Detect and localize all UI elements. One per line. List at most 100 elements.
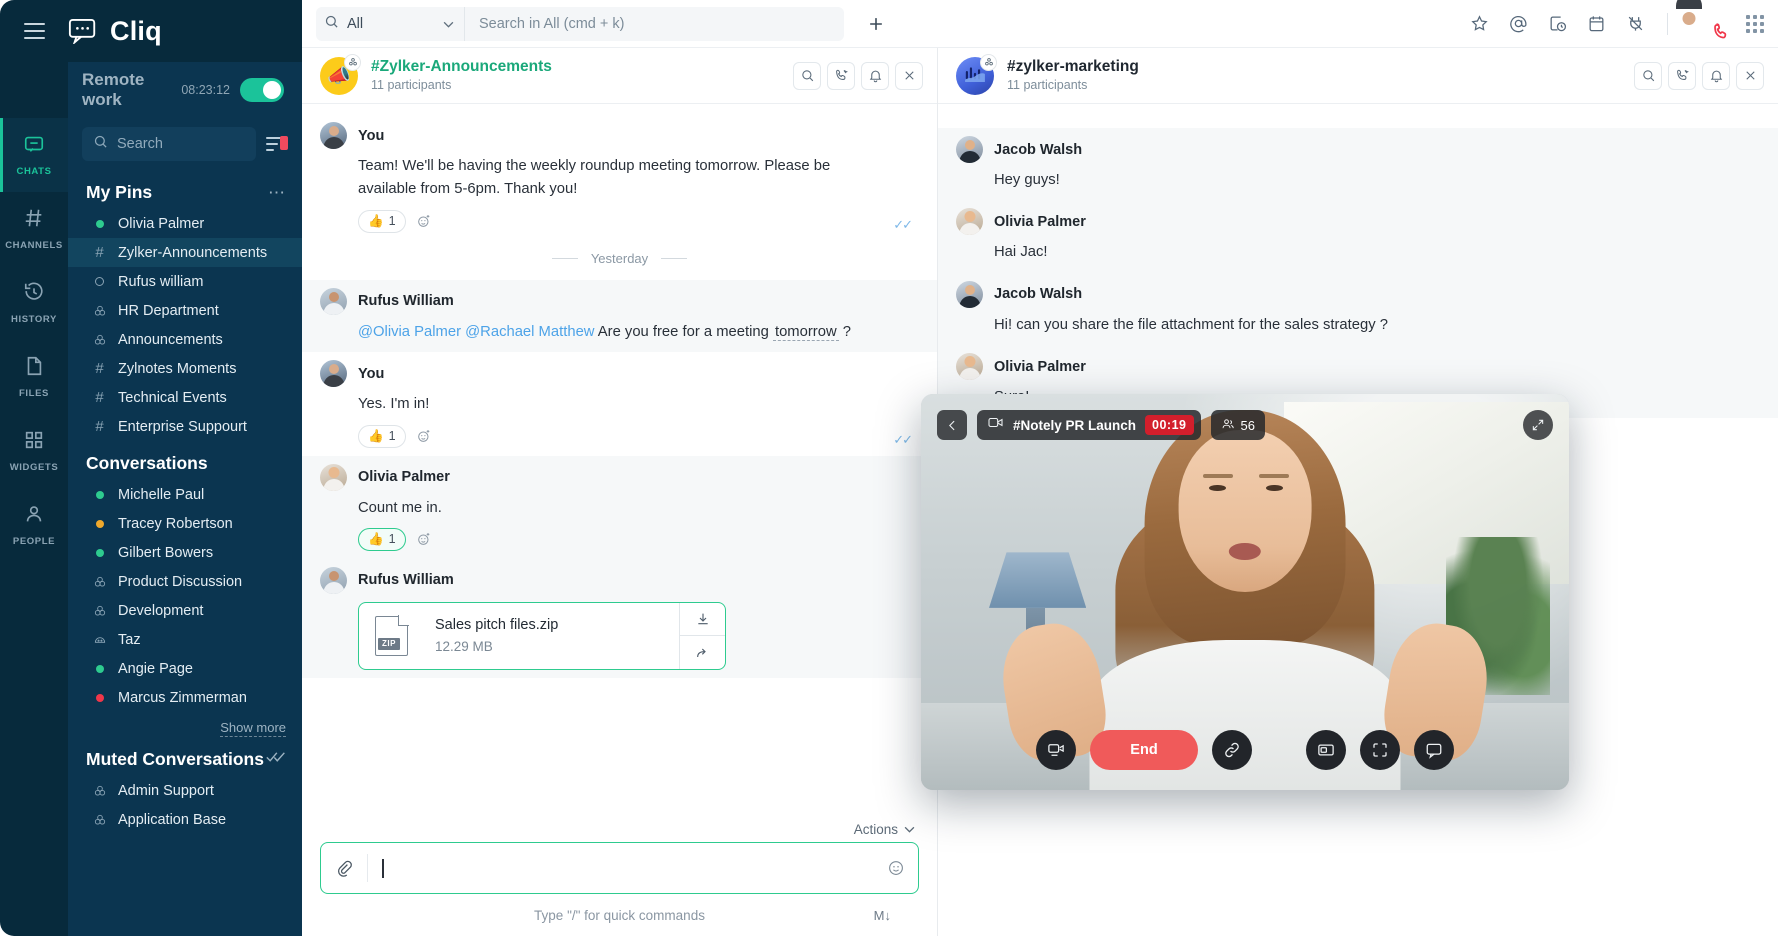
- actions-row: Actions: [302, 814, 937, 842]
- filter-icon[interactable]: [266, 135, 288, 153]
- call-timer: 00:19: [1145, 415, 1193, 435]
- sidebar-item-marcus-zimmerman[interactable]: Marcus Zimmerman: [68, 683, 302, 712]
- download-icon[interactable]: [680, 603, 725, 636]
- sidebar-item-olivia-palmer[interactable]: Olivia Palmer: [68, 209, 302, 238]
- reminder-clock-icon[interactable]: [1546, 13, 1568, 35]
- bell-icon[interactable]: [861, 62, 889, 90]
- search-scope-dropdown[interactable]: All: [316, 7, 464, 41]
- mention-rachael-matthew[interactable]: @Rachael Matthew: [465, 324, 594, 340]
- thumbsup-emoji: 👍: [368, 429, 384, 444]
- chevron-left-icon[interactable]: [937, 410, 967, 440]
- message-reactions: 👍 1: [320, 202, 911, 233]
- rail-item-people[interactable]: PEOPLE: [0, 488, 68, 562]
- add-reaction-icon[interactable]: [416, 428, 432, 444]
- sidebar-item-product-discussion[interactable]: Product Discussion: [68, 567, 302, 596]
- search-icon[interactable]: [793, 62, 821, 90]
- sidebar-item-enterprise-suppourt[interactable]: # Enterprise Suppourt: [68, 412, 302, 441]
- dot-offline-icon: [92, 277, 107, 286]
- plus-icon[interactable]: [860, 8, 892, 40]
- mention-at-icon[interactable]: [1507, 13, 1529, 35]
- expand-icon[interactable]: [1523, 410, 1553, 440]
- forward-icon[interactable]: [680, 635, 725, 669]
- smart-date-tomorrow[interactable]: tomorrow: [773, 324, 839, 341]
- show-more-link[interactable]: Show more: [220, 720, 286, 737]
- sidebar-item-zylker-announcements[interactable]: # Zylker-Announcements: [68, 238, 302, 267]
- group-badge-icon: [980, 54, 997, 71]
- sidebar-item-taz[interactable]: Taz: [68, 625, 302, 654]
- sidebar-item-angie-page[interactable]: Angie Page: [68, 654, 302, 683]
- sidebar-item-announcements[interactable]: Announcements: [68, 325, 302, 354]
- message-composer[interactable]: [320, 842, 919, 894]
- more-options-icon[interactable]: ⋯: [268, 184, 286, 201]
- actions-button[interactable]: Actions: [854, 822, 898, 837]
- present-icon[interactable]: [1306, 730, 1346, 770]
- plugin-icon[interactable]: [1624, 13, 1646, 35]
- reaction-count: 1: [389, 214, 396, 228]
- hash-icon: #: [92, 361, 107, 376]
- rail-item-history[interactable]: HISTORY: [0, 266, 68, 340]
- reaction-chip[interactable]: 👍 1: [358, 425, 406, 448]
- message-author: Rufus William: [358, 293, 454, 309]
- message-author: Jacob Walsh: [994, 286, 1082, 302]
- reaction-chip[interactable]: 👍 1: [358, 210, 406, 233]
- section-header-muted: Muted Conversations: [68, 739, 302, 776]
- sidebar-item-hr-department[interactable]: HR Department: [68, 296, 302, 325]
- rail-item-widgets[interactable]: WIDGETS: [0, 414, 68, 488]
- sidebar-item-application-base[interactable]: Application Base: [68, 805, 302, 834]
- channel-name: #zylker-marketing: [1007, 57, 1634, 77]
- rail-item-files[interactable]: FILES: [0, 340, 68, 414]
- sidebar-item-development[interactable]: Development: [68, 596, 302, 625]
- paperclip-icon[interactable]: [321, 859, 367, 877]
- mark-read-icon[interactable]: [266, 750, 286, 769]
- video-call-window: #Notely PR Launch 00:19 56 End: [921, 394, 1569, 790]
- call-icon[interactable]: [1668, 62, 1696, 90]
- emoji-smiley-icon[interactable]: [874, 859, 918, 877]
- reaction-chip[interactable]: 👍 1: [358, 528, 406, 551]
- star-icon[interactable]: [1468, 13, 1490, 35]
- add-reaction-icon[interactable]: [416, 531, 432, 547]
- add-reaction-icon[interactable]: [416, 213, 432, 229]
- chevron-down-icon[interactable]: [904, 820, 915, 838]
- call-icon[interactable]: [827, 62, 855, 90]
- link-icon[interactable]: [1212, 730, 1252, 770]
- sidebar-item-gilbert-bowers[interactable]: Gilbert Bowers: [68, 538, 302, 567]
- file-attachment-card[interactable]: ZIP Sales pitch files.zip 12.29 MB: [358, 602, 726, 670]
- calendar-icon[interactable]: [1585, 13, 1607, 35]
- rail-item-channels[interactable]: CHANNELS: [0, 192, 68, 266]
- sidebar-item-michelle-paul[interactable]: Michelle Paul: [68, 480, 302, 509]
- mention-olivia-palmer[interactable]: @Olivia Palmer: [358, 324, 461, 340]
- search-input[interactable]: Search: [82, 127, 256, 161]
- call-participants[interactable]: 56: [1211, 410, 1265, 440]
- message-author: Jacob Walsh: [994, 142, 1082, 158]
- apps-grid-icon[interactable]: [1746, 15, 1764, 33]
- sidebar-search-row: Search: [68, 118, 302, 170]
- sidebar-item-rufus-william[interactable]: Rufus william: [68, 267, 302, 296]
- sidebar-item-zylnotes-moments[interactable]: # Zylnotes Moments: [68, 354, 302, 383]
- section-header-my-pins: My Pins ⋯: [68, 170, 302, 209]
- sidebar-item-label: Development: [118, 603, 203, 619]
- global-search-input[interactable]: Search in All (cmd + k): [464, 7, 844, 41]
- chat-icon[interactable]: [1414, 730, 1454, 770]
- sidebar-item-tracey-robertson[interactable]: Tracey Robertson: [68, 509, 302, 538]
- markdown-toggle[interactable]: M↓: [874, 908, 891, 923]
- sidebar-item-admin-support[interactable]: Admin Support: [68, 776, 302, 805]
- message-input[interactable]: [367, 854, 874, 882]
- dot-green-icon: [92, 220, 107, 228]
- status-toggle[interactable]: [240, 78, 284, 102]
- close-icon[interactable]: [1736, 62, 1764, 90]
- brand-header: Cliq: [68, 0, 302, 62]
- reaction-count: 1: [389, 532, 396, 546]
- avatar: [320, 464, 347, 491]
- fullscreen-icon[interactable]: [1360, 730, 1400, 770]
- end-call-button[interactable]: End: [1090, 730, 1198, 770]
- sidebar-item-technical-events[interactable]: # Technical Events: [68, 383, 302, 412]
- sidebar-item-label: Angie Page: [118, 661, 193, 677]
- user-avatar[interactable]: [1689, 7, 1723, 41]
- bell-icon[interactable]: [1702, 62, 1730, 90]
- search-icon[interactable]: [1634, 62, 1662, 90]
- screen-share-icon[interactable]: [1036, 730, 1076, 770]
- chat-icon: [23, 133, 45, 160]
- hamburger-menu-icon[interactable]: [24, 23, 45, 39]
- rail-item-chats[interactable]: CHATS: [0, 118, 68, 192]
- close-icon[interactable]: [895, 62, 923, 90]
